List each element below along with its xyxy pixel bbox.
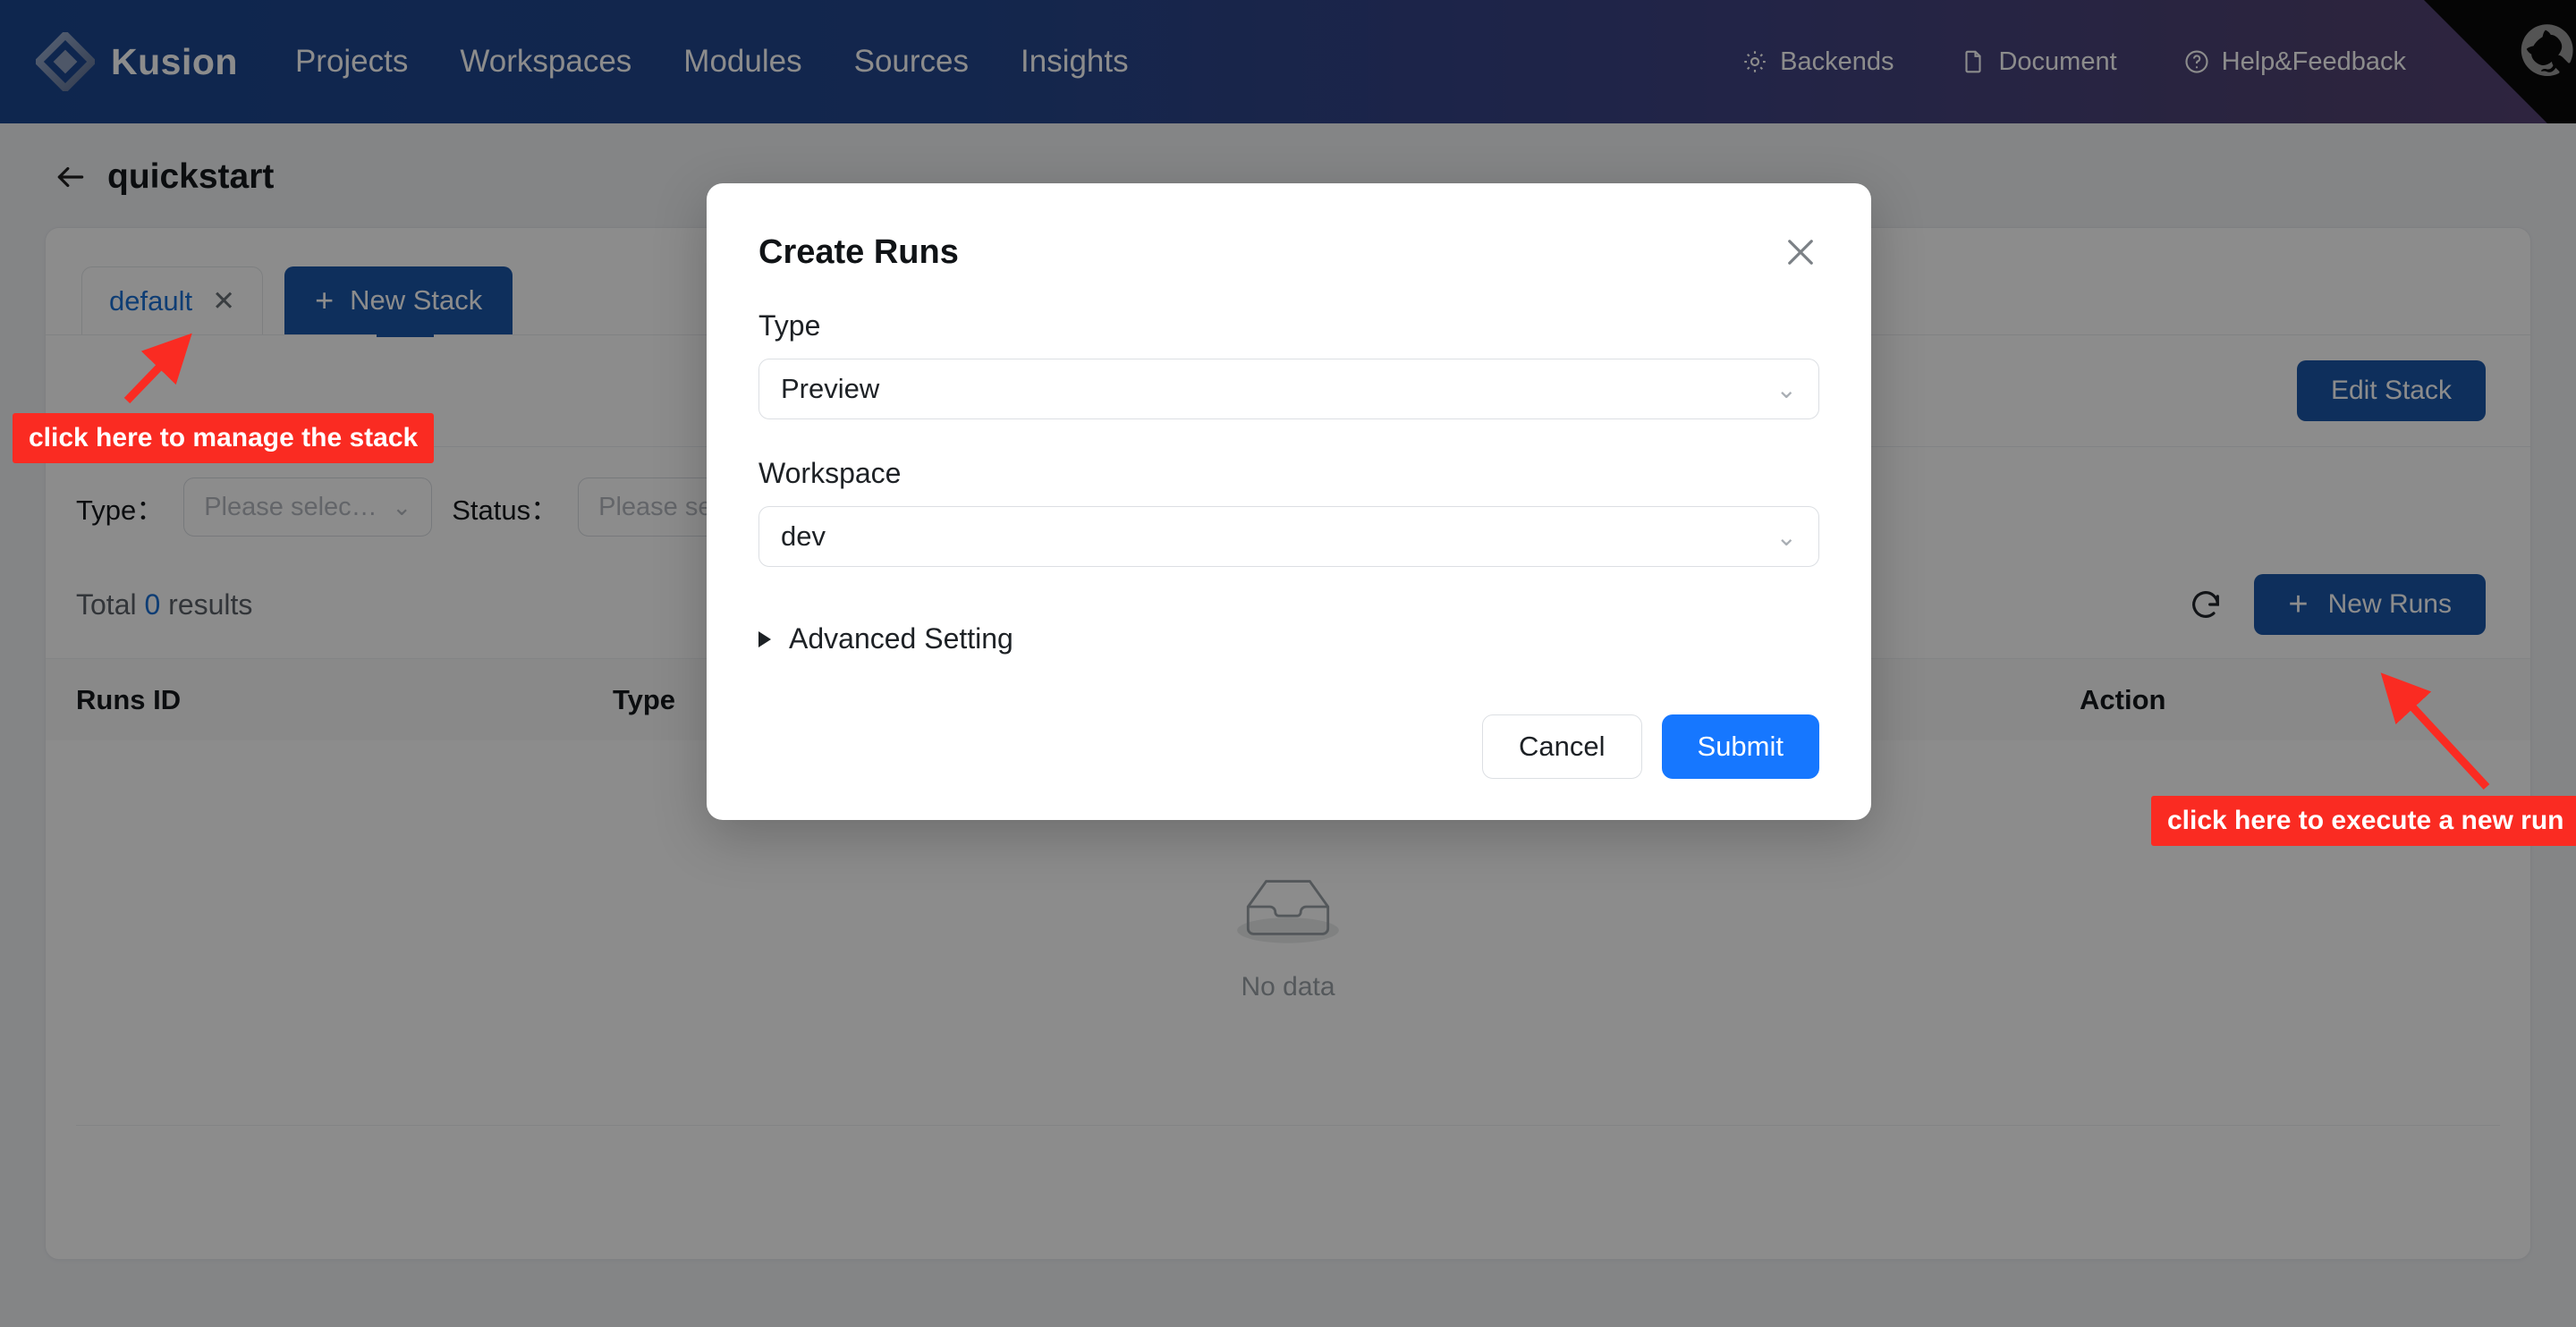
modal-workspace-value: dev <box>781 520 826 553</box>
modal-type-value: Preview <box>781 373 879 405</box>
chevron-down-icon: ⌄ <box>1776 522 1797 552</box>
cancel-button[interactable]: Cancel <box>1482 714 1642 779</box>
app-root: Kusion Projects Workspaces Modules Sourc… <box>0 0 2576 1327</box>
modal-workspace-label: Workspace <box>758 457 1819 490</box>
modal-title: Create Runs <box>758 233 959 272</box>
modal-footer: Cancel Submit <box>758 714 1819 779</box>
close-icon[interactable] <box>1782 233 1819 271</box>
submit-button[interactable]: Submit <box>1662 714 1819 779</box>
advanced-setting-label: Advanced Setting <box>789 622 1013 655</box>
modal-workspace-select[interactable]: dev ⌄ <box>758 506 1819 567</box>
caret-right-icon <box>758 631 771 647</box>
create-runs-modal: Create Runs Type Preview ⌄ Workspace dev… <box>707 183 1871 820</box>
modal-header: Create Runs <box>758 233 1819 272</box>
chevron-down-icon: ⌄ <box>1776 375 1797 404</box>
modal-type-label: Type <box>758 309 1819 342</box>
modal-type-select[interactable]: Preview ⌄ <box>758 359 1819 419</box>
advanced-setting-toggle[interactable]: Advanced Setting <box>758 622 1819 655</box>
